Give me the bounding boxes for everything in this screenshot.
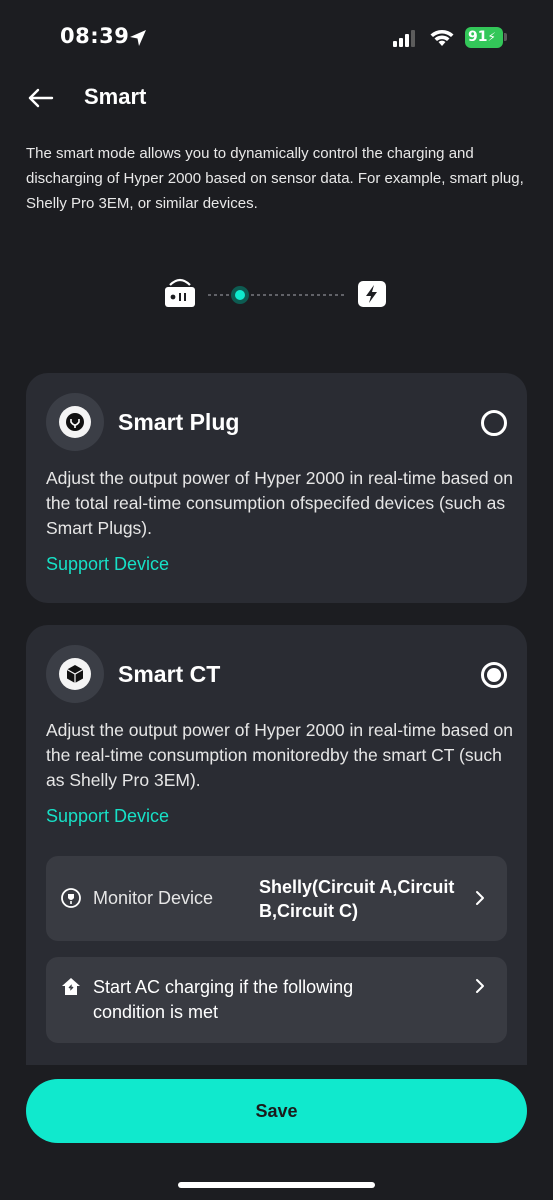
cellular-signal-icon	[393, 30, 415, 47]
smart-mode-screen: 08:39 91⚡ Smart The smart mode allows yo…	[0, 0, 553, 1200]
battery-level: 91	[468, 29, 488, 45]
plug-icon	[59, 406, 91, 438]
smart-plug-description: Adjust the output power of Hyper 2000 in…	[46, 468, 513, 538]
active-flow-node-icon	[231, 286, 249, 304]
energy-flow-diagram	[165, 278, 386, 307]
chevron-right-icon	[476, 891, 484, 905]
smart-ct-icon-badge	[46, 645, 104, 703]
chevron-right-icon	[476, 979, 484, 993]
battery-indicator: 91⚡	[465, 27, 503, 48]
save-button[interactable]: Save	[26, 1079, 527, 1143]
home-indicator	[178, 1182, 375, 1188]
smart-ct-title: Smart CT	[118, 661, 221, 687]
monitor-device-row[interactable]: Monitor Device Shelly(Circuit A,Circuit …	[46, 856, 507, 941]
cube-icon	[59, 658, 91, 690]
lightning-bolt-icon	[358, 281, 386, 307]
smart-ct-description: Adjust the output power of Hyper 2000 in…	[46, 720, 513, 790]
battery-device-icon	[165, 278, 195, 307]
smart-plug-support-device-link[interactable]: Support Device	[46, 554, 169, 575]
arrow-left-icon	[28, 88, 54, 108]
smart-ct-support-device-link[interactable]: Support Device	[46, 806, 169, 827]
status-bar: 08:39 91⚡	[0, 0, 553, 74]
monitor-device-label: Monitor Device	[93, 888, 214, 908]
ac-charging-label: Start AC charging if the following condi…	[93, 977, 354, 1022]
ac-charging-condition-row[interactable]: Start AC charging if the following condi…	[46, 957, 507, 1043]
smart-plug-radio[interactable]	[481, 410, 507, 436]
status-time: 08:39	[60, 24, 130, 48]
charging-bolt-icon: ⚡	[487, 30, 496, 44]
page-title: Smart	[84, 84, 147, 109]
smart-plug-icon-badge	[46, 393, 104, 451]
monitor-device-value: Shelly(Circuit A,Circuit B,Circuit C)	[259, 877, 455, 921]
house-plug-icon	[62, 978, 80, 995]
intro-text: The smart mode allows you to dynamically…	[26, 145, 524, 212]
smart-plug-option-card[interactable]: Smart Plug Adjust the output power of Hy…	[26, 373, 527, 603]
smart-plug-title: Smart Plug	[118, 409, 240, 435]
battery-tip	[504, 33, 507, 41]
back-button[interactable]	[24, 80, 60, 116]
location-arrow-icon	[130, 30, 146, 46]
wifi-icon	[430, 30, 454, 46]
monitor-plug-icon	[61, 888, 81, 908]
smart-ct-option-card[interactable]: Smart CT Adjust the output power of Hype…	[26, 625, 527, 1065]
smart-ct-radio[interactable]	[481, 662, 507, 688]
